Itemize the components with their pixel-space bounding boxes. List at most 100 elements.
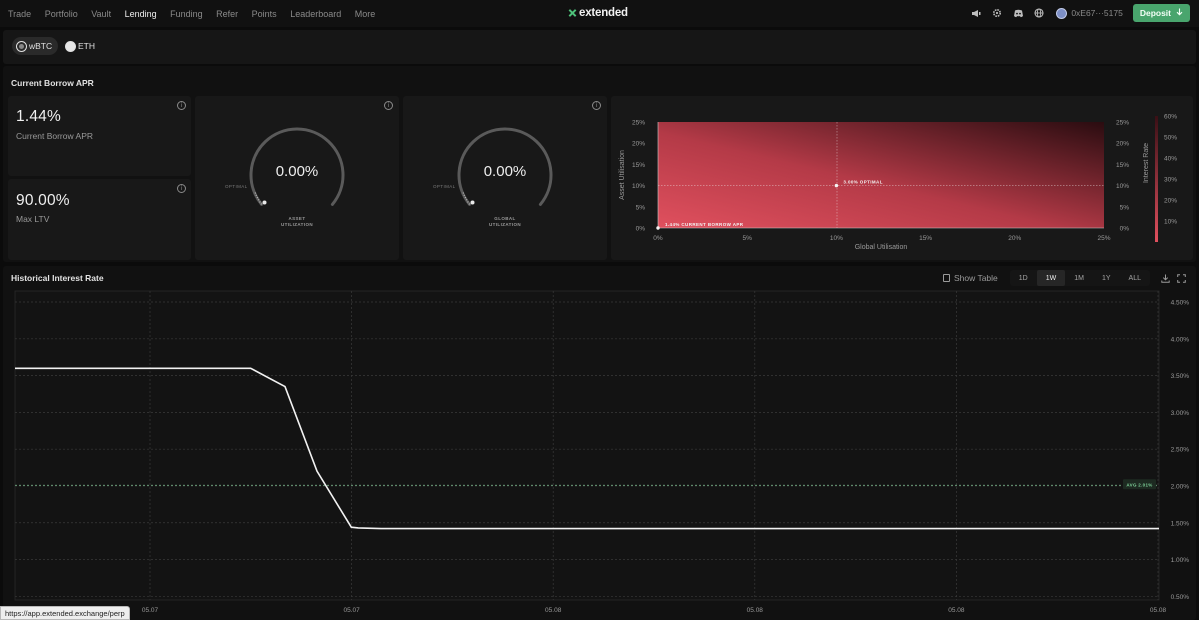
asset-tab-label: wBTC xyxy=(29,41,53,51)
nav-refer[interactable]: Refer xyxy=(216,9,238,19)
section-title: Historical Interest Rate xyxy=(11,273,104,283)
table-icon xyxy=(942,274,950,282)
wbtc-coin-icon xyxy=(16,40,27,52)
info-icon[interactable]: i xyxy=(177,101,186,110)
y-tick-label: 4.50% xyxy=(1171,300,1190,307)
asset-utilization-label: ASSET UTILIZATION xyxy=(267,216,327,228)
logo-text: extended xyxy=(579,7,628,19)
optimal-point-label: 3.00% OPTIMAL xyxy=(843,180,882,185)
x-tick-label: 20% xyxy=(1008,235,1021,242)
discord-icon[interactable] xyxy=(1010,5,1026,21)
gauge-label-line: UTILIZATION xyxy=(280,222,314,227)
info-icon[interactable]: i xyxy=(384,101,393,110)
megaphone-icon[interactable] xyxy=(968,5,984,21)
y-tick-label: 10% xyxy=(1116,183,1129,190)
borrow-apr-label: Current Borrow APR xyxy=(16,131,93,141)
extended-logo-mark-icon xyxy=(568,9,577,18)
max-ltv-card: i 90.00% Max LTV xyxy=(8,179,191,260)
y-tick-label: 15% xyxy=(632,162,645,169)
y-tick-label: 0.50% xyxy=(1171,594,1190,601)
wallet-address-button[interactable]: 0xE67···5175 xyxy=(1056,7,1123,19)
x-tick-label: 15% xyxy=(919,235,932,242)
x-tick-label: 05.07 xyxy=(343,607,360,614)
x-tick-label: 05.07 xyxy=(142,607,159,614)
info-icon[interactable]: i xyxy=(592,101,601,110)
eth-coin-icon xyxy=(65,40,76,52)
asset-utilization-card: i 0.00% OPTIMAL ASSET UTILIZATION xyxy=(195,96,399,260)
y-tick-label: 4.00% xyxy=(1171,336,1190,343)
show-table-label: Show Table xyxy=(953,273,998,283)
range-all[interactable]: ALL xyxy=(1120,270,1150,286)
y-tick-label: 25% xyxy=(632,120,645,127)
left-y-ticks: 0% 5% 10% 15% 20% 25% xyxy=(632,120,645,233)
x-tick-label: 10% xyxy=(830,235,843,242)
global-utilization-card: i 0.00% OPTIMAL GLOBAL UTILIZATION xyxy=(403,96,607,260)
nav-lending[interactable]: Lending xyxy=(125,9,157,19)
x-tick-label: 05.08 xyxy=(1150,607,1167,614)
y-tick-label: 5% xyxy=(1120,204,1130,211)
nav-leaderboard[interactable]: Leaderboard xyxy=(290,9,341,19)
interest-rate-heatmap-card: 3.00% OPTIMAL 1.44% CURRENT BORROW APR 0… xyxy=(611,96,1193,260)
left-y-axis-label: Asset Utilisation xyxy=(619,150,626,200)
nav-points[interactable]: Points xyxy=(252,9,277,19)
range-1m[interactable]: 1M xyxy=(1065,270,1093,286)
x-tick-label: 05.08 xyxy=(747,607,764,614)
y-tick-label: 25% xyxy=(1116,120,1129,127)
time-range-selector: 1D 1W 1M 1Y ALL xyxy=(1009,270,1150,286)
top-navigation-bar: Trade Portfolio Vault Lending Funding Re… xyxy=(0,0,1199,27)
show-table-toggle[interactable]: Show Table xyxy=(942,273,998,283)
optimal-point[interactable] xyxy=(834,183,839,188)
rate-tick-label: 20% xyxy=(1164,198,1177,205)
y-tick-label: 2.50% xyxy=(1171,447,1190,454)
y-tick-label: 20% xyxy=(632,141,645,148)
asset-selector: wBTC ETH xyxy=(3,30,1196,64)
download-icon[interactable] xyxy=(1158,271,1172,285)
history-toolbar: Show Table 1D 1W 1M 1Y ALL xyxy=(942,270,1188,286)
deposit-button[interactable]: Deposit xyxy=(1132,4,1190,22)
x-tick-label: 0% xyxy=(653,235,663,242)
main-nav: Trade Portfolio Vault Lending Funding Re… xyxy=(0,9,389,19)
nav-funding[interactable]: Funding xyxy=(170,9,203,19)
y-tick-label: 0% xyxy=(1120,226,1130,233)
info-icon[interactable]: i xyxy=(177,184,186,193)
y-tick-label: 5% xyxy=(636,204,646,211)
historical-interest-rate-section: Historical Interest Rate Show Table 1D 1… xyxy=(3,266,1196,620)
current-apr-label: 1.44% CURRENT BORROW APR xyxy=(665,222,744,227)
nav-portfolio[interactable]: Portfolio xyxy=(45,9,78,19)
optimal-label: OPTIMAL xyxy=(225,184,248,189)
y-axis-ticks: 0.50% 1.00% 1.50% 2.00% 2.50% 3.00% 3.50% 4.00%… xyxy=(1171,300,1190,601)
y-tick-label: 10% xyxy=(632,183,645,190)
nav-more[interactable]: More xyxy=(355,9,376,19)
range-1w[interactable]: 1W xyxy=(1036,270,1066,286)
range-1d[interactable]: 1D xyxy=(1010,270,1037,286)
top-right-actions: 0xE67···5175 Deposit xyxy=(968,4,1190,22)
section-title: Current Borrow APR xyxy=(11,78,94,88)
global-utilization-label: GLOBAL UTILIZATION xyxy=(475,216,535,228)
current-apr-point[interactable] xyxy=(656,226,660,230)
gear-icon[interactable] xyxy=(989,5,1005,21)
plot-area[interactable] xyxy=(14,290,1160,601)
asset-utilization-value: 0.00% xyxy=(275,163,319,180)
asset-tab-eth[interactable]: ETH xyxy=(61,37,101,55)
nav-vault[interactable]: Vault xyxy=(91,9,111,19)
fullscreen-icon[interactable] xyxy=(1174,271,1188,285)
y-tick-label: 1.50% xyxy=(1171,520,1190,527)
x-tick-label: 25% xyxy=(1097,235,1110,242)
range-1y[interactable]: 1Y xyxy=(1093,270,1120,286)
globe-icon[interactable] xyxy=(1031,5,1047,21)
wallet-address: 0xE67···5175 xyxy=(1071,8,1123,18)
gauge-label-line: UTILIZATION xyxy=(488,222,522,227)
max-ltv-label: Max LTV xyxy=(16,214,50,224)
asset-tab-wbtc[interactable]: wBTC xyxy=(12,37,59,55)
x-tick-label: 5% xyxy=(742,235,752,242)
arrow-down-icon xyxy=(1176,8,1183,18)
interest-rate-heatmap: 3.00% OPTIMAL 1.44% CURRENT BORROW APR 0… xyxy=(619,114,1177,252)
heatmap-area[interactable] xyxy=(658,122,1104,228)
nav-trade[interactable]: Trade xyxy=(8,9,31,19)
extended-logo[interactable]: extended xyxy=(568,7,628,19)
right-y-ticks: 0% 5% 10% 15% 20% 25% xyxy=(1116,120,1129,233)
rate-tick-label: 50% xyxy=(1164,135,1177,142)
optimal-label: OPTIMAL xyxy=(433,184,456,189)
interest-rate-ticks: 10% 20% 30% 40% 50% 60% xyxy=(1164,114,1177,226)
y-tick-label: 0% xyxy=(636,226,646,233)
